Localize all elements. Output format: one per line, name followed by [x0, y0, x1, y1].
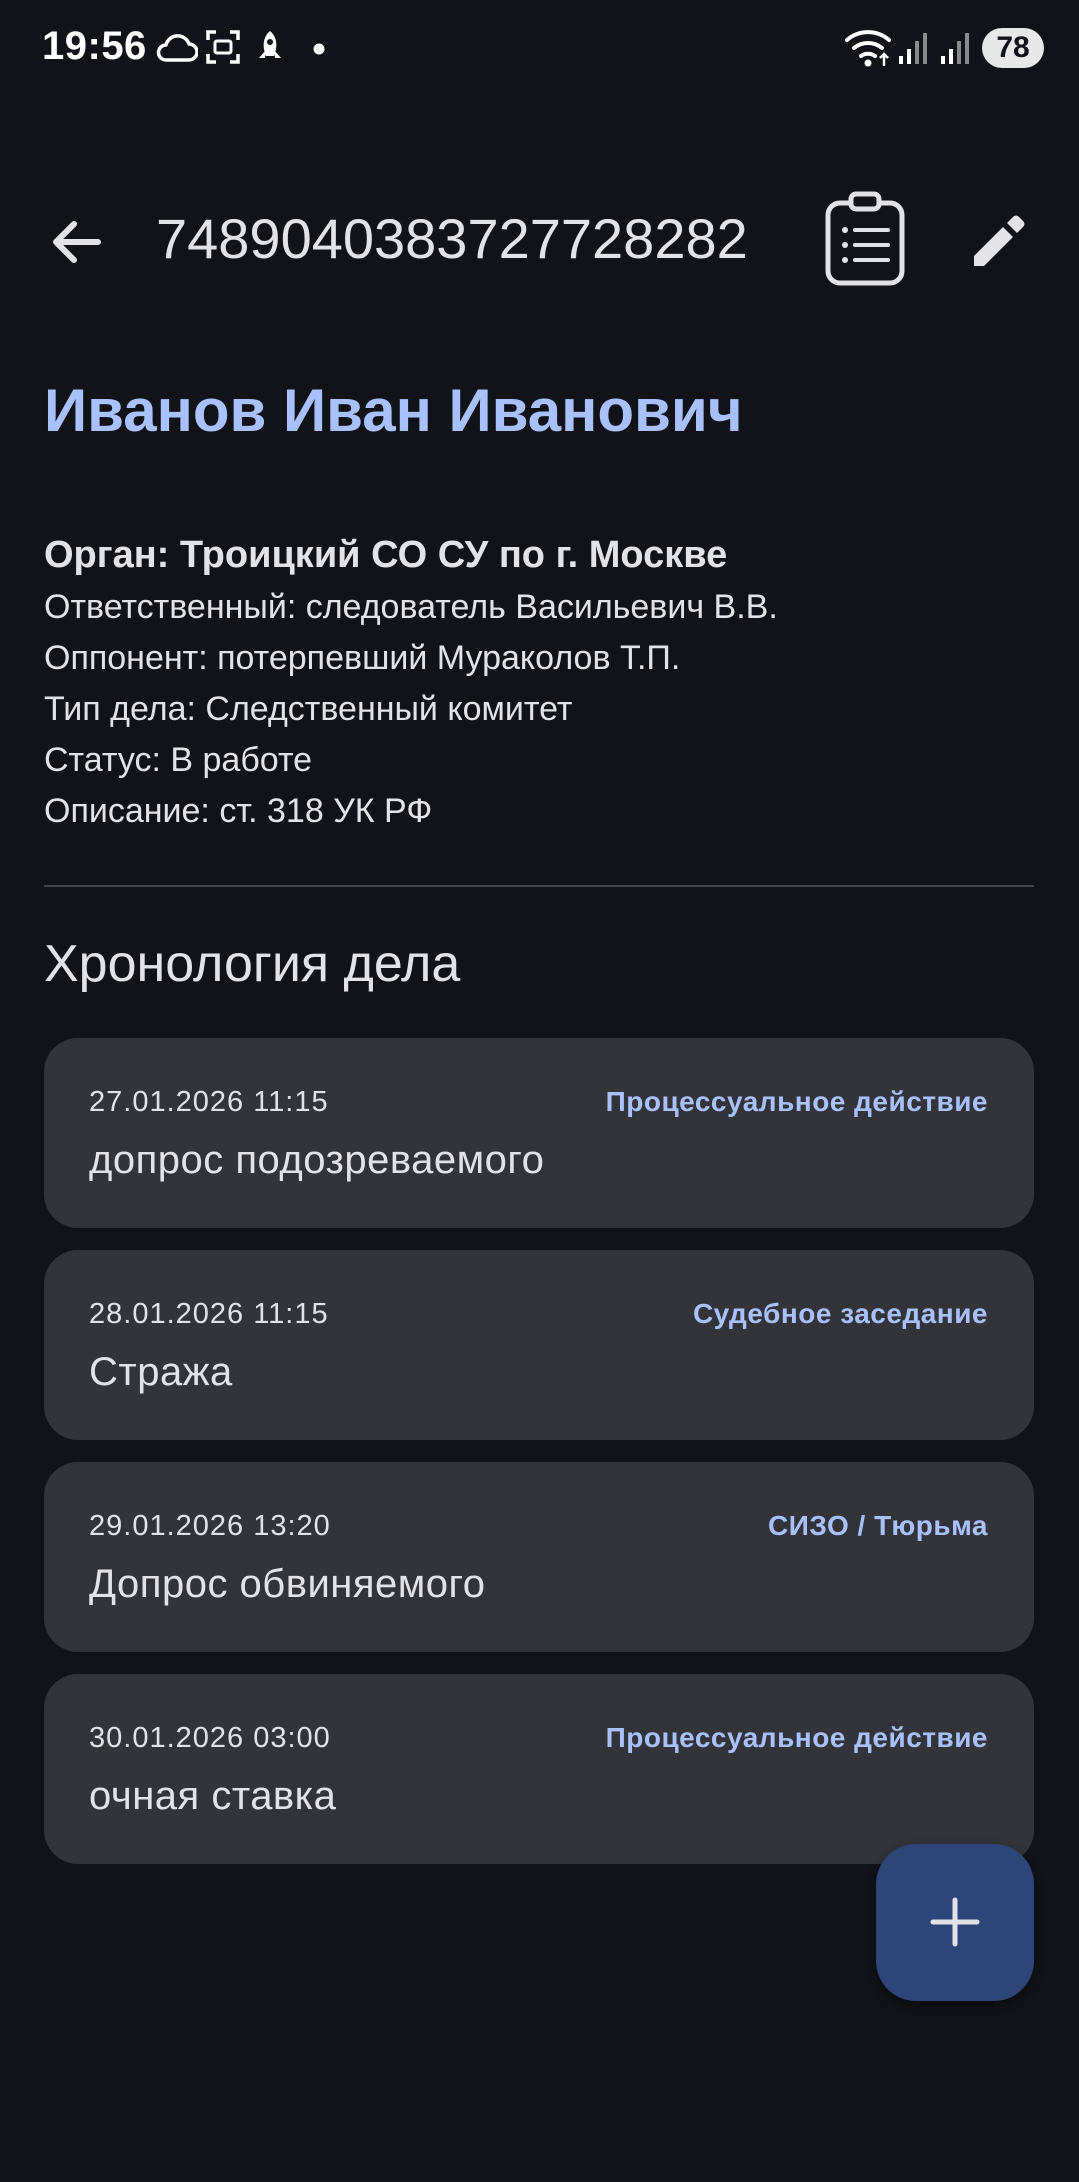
clipboard-list-icon — [825, 191, 905, 286]
status-bar: 19:56 78 — [0, 0, 1079, 96]
timeline-section-title: Хронология дела — [44, 935, 461, 993]
client-name: Иванов Иван Иванович — [44, 377, 743, 444]
dot-icon — [313, 42, 325, 60]
timeline-event-card[interactable]: 29.01.2026 13:20 СИЗО / Тюрьма Допрос об… — [44, 1462, 1034, 1652]
rocket-icon — [254, 28, 286, 71]
plus-icon — [930, 1897, 980, 1947]
event-title: очная ставка — [89, 1774, 337, 1818]
timeline-event-card[interactable]: 27.01.2026 11:15 Процессуальное действие… — [44, 1038, 1034, 1228]
screen-capture-icon — [204, 28, 242, 71]
event-date: 29.01.2026 13:20 — [89, 1510, 331, 1542]
add-event-fab[interactable] — [876, 1844, 1034, 2001]
arrow-back-icon — [53, 221, 101, 263]
signal-icon — [898, 32, 928, 69]
case-type: Тип дела: Следственный комитет — [44, 690, 573, 728]
case-opponent: Оппонент: потерпевший Мураколов Т.П. — [44, 639, 681, 677]
pencil-icon — [974, 215, 1025, 266]
case-number-title: 7489040383727728282 — [156, 207, 748, 270]
divider — [44, 885, 1034, 887]
event-title: Стража — [89, 1350, 233, 1394]
event-type: Судебное заседание — [692, 1298, 988, 1329]
cloud-icon — [156, 30, 199, 69]
event-type: Процессуальное действие — [605, 1086, 988, 1117]
event-date: 30.01.2026 03:00 — [89, 1722, 331, 1754]
clipboard-button[interactable] — [822, 190, 910, 290]
event-date: 28.01.2026 11:15 — [89, 1298, 329, 1330]
timeline-event-card[interactable]: 28.01.2026 11:15 Судебное заседание Стра… — [44, 1250, 1034, 1440]
event-title: Допрос обвиняемого — [89, 1562, 486, 1606]
battery-indicator: 78 — [982, 28, 1044, 68]
event-date: 27.01.2026 11:15 — [89, 1086, 329, 1118]
event-type: Процессуальное действие — [605, 1722, 988, 1753]
case-responsible: Ответственный: следователь Васильевич В.… — [44, 588, 778, 626]
signal-icon — [940, 32, 970, 69]
edit-button[interactable] — [966, 210, 1030, 274]
case-details: Орган: Троицкий СО СУ по г. Москве Ответ… — [44, 528, 1034, 837]
timeline-event-card[interactable]: 30.01.2026 03:00 Процессуальное действие… — [44, 1674, 1034, 1864]
top-app-bar: 7489040383727728282 — [0, 170, 1079, 310]
timeline-list: 27.01.2026 11:15 Процессуальное действие… — [44, 1038, 1034, 1886]
case-description: Описание: ст. 318 УК РФ — [44, 792, 433, 830]
event-type: СИЗО / Тюрьма — [767, 1510, 988, 1541]
event-title: допрос подозреваемого — [89, 1138, 545, 1182]
back-button[interactable] — [44, 210, 108, 274]
case-status: Статус: В работе — [44, 741, 313, 779]
status-time: 19:56 — [42, 24, 147, 68]
wifi-icon — [844, 26, 894, 73]
case-organ: Орган: Троицкий СО СУ по г. Москве — [44, 534, 728, 576]
